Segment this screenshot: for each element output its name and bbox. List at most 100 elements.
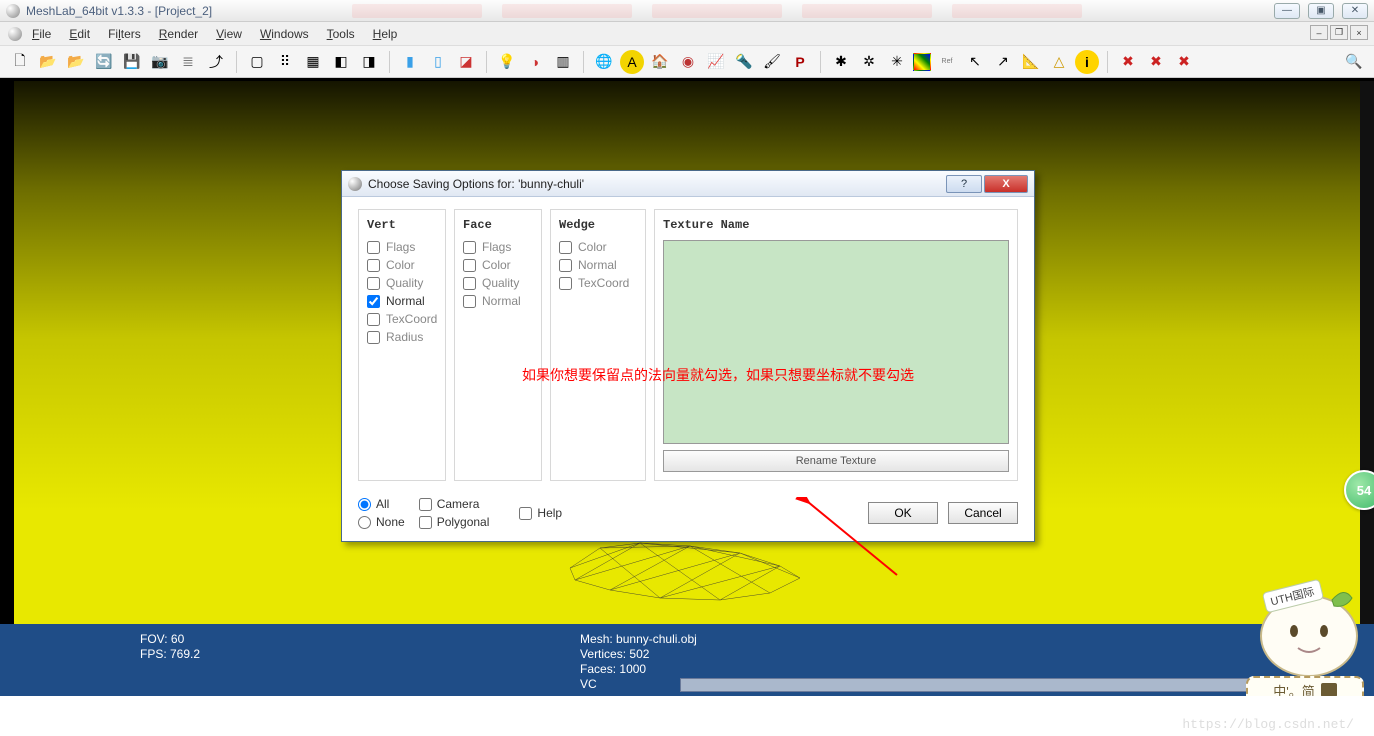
graph-icon[interactable]: 📈: [704, 50, 728, 74]
group-wedge: Wedge Color Normal TexCoord: [550, 209, 646, 481]
all-radio[interactable]: [358, 498, 371, 511]
globe-icon[interactable]: 🌐: [592, 50, 616, 74]
group-vert-label: Vert: [367, 218, 437, 232]
toolbar: 🗋 📂 📂 🔄 💾 📷 ≣ ⤴ ▢ ⠿ ▦ ◧ ◨ ▮ ▯ ◪ 💡 ◑ ▥ 🌐 …: [0, 46, 1374, 78]
menu-tools[interactable]: Tools: [327, 27, 355, 41]
doc-icon: [8, 27, 22, 41]
mdi-minimize[interactable]: –: [1310, 25, 1328, 40]
browser-tabs-stub: [352, 4, 1082, 18]
open2-icon[interactable]: 📂: [64, 50, 88, 74]
vertices-text: Vertices: 502: [580, 647, 697, 662]
ref-icon[interactable]: Ref: [935, 50, 959, 74]
meas-icon[interactable]: 📐: [1019, 50, 1043, 74]
del2-icon[interactable]: ✖: [1144, 50, 1168, 74]
info-icon[interactable]: i: [1075, 50, 1099, 74]
wedge-texcoord-checkbox[interactable]: [559, 277, 572, 290]
texture-list[interactable]: [663, 240, 1009, 444]
new-icon[interactable]: 🗋: [8, 50, 32, 74]
faces-text: Faces: 1000: [580, 662, 697, 677]
cursor-icon[interactable]: ↖: [963, 50, 987, 74]
none-radio[interactable]: [358, 516, 371, 529]
cancel-button[interactable]: Cancel: [948, 502, 1018, 524]
layers-icon[interactable]: ≣: [176, 50, 200, 74]
wedge-normal-checkbox[interactable]: [559, 259, 572, 272]
group-texture-label: Texture Name: [663, 218, 1009, 232]
menu-help[interactable]: Help: [373, 27, 398, 41]
light2-icon[interactable]: ◑: [523, 50, 547, 74]
vert-normal-checkbox[interactable]: [367, 295, 380, 308]
vert-flags-checkbox[interactable]: [367, 241, 380, 254]
menu-edit[interactable]: Edit: [69, 27, 90, 41]
house-icon[interactable]: 🏠: [648, 50, 672, 74]
sel-icon[interactable]: ◪: [454, 50, 478, 74]
smooth-icon[interactable]: ◨: [357, 50, 381, 74]
menu-filters[interactable]: Filters: [108, 27, 141, 41]
status-infobar: FOV: 60 FPS: 769.2 Mesh: bunny-chuli.obj…: [0, 624, 1374, 696]
ok-button[interactable]: OK: [868, 502, 938, 524]
wire-icon[interactable]: ▦: [301, 50, 325, 74]
group-texture: Texture Name Rename Texture: [654, 209, 1018, 481]
open-icon[interactable]: 📂: [36, 50, 60, 74]
brush-icon[interactable]: 🖌: [760, 50, 784, 74]
snapshot-icon[interactable]: 📷: [148, 50, 172, 74]
menu-file[interactable]: File: [32, 27, 51, 41]
tri-icon[interactable]: △: [1047, 50, 1071, 74]
watermark-text: https://blog.csdn.net/: [1182, 717, 1354, 732]
axes-icon[interactable]: A: [620, 50, 644, 74]
shirt-icon: [1321, 683, 1337, 697]
menu-view[interactable]: View: [216, 27, 242, 41]
face-quality-checkbox[interactable]: [463, 277, 476, 290]
rename-texture-button[interactable]: Rename Texture: [663, 450, 1009, 472]
save-icon[interactable]: 💾: [120, 50, 144, 74]
cursor2-icon[interactable]: ↗: [991, 50, 1015, 74]
close-button[interactable]: ✕: [1342, 3, 1368, 19]
polygonal-checkbox[interactable]: [419, 516, 432, 529]
points-icon[interactable]: ⠿: [273, 50, 297, 74]
group-face-label: Face: [463, 218, 533, 232]
menu-render[interactable]: Render: [159, 27, 198, 41]
mdi-close[interactable]: ×: [1350, 25, 1368, 40]
minimize-button[interactable]: —: [1274, 3, 1300, 19]
reload-icon[interactable]: 🔄: [92, 50, 116, 74]
app-icon: [6, 4, 20, 18]
vert-quality-checkbox[interactable]: [367, 277, 380, 290]
menu-windows[interactable]: Windows: [260, 27, 309, 41]
dialog-title: Choose Saving Options for: 'bunny-chuli': [368, 177, 584, 191]
help-checkbox[interactable]: [519, 507, 532, 520]
edge-icon[interactable]: ▥: [551, 50, 575, 74]
bulb-icon[interactable]: 🔦: [732, 50, 756, 74]
del1-icon[interactable]: ✖: [1116, 50, 1140, 74]
mdi-restore[interactable]: ❐: [1330, 25, 1348, 40]
flat-icon[interactable]: ◧: [329, 50, 353, 74]
export-icon[interactable]: ⤴: [204, 50, 228, 74]
dialog-titlebar[interactable]: Choose Saving Options for: 'bunny-chuli'…: [342, 171, 1034, 197]
flag-icon[interactable]: P: [788, 50, 812, 74]
shader-icon[interactable]: ◉: [676, 50, 700, 74]
vert-color-checkbox[interactable]: [367, 259, 380, 272]
sel-conn-icon[interactable]: ✳: [885, 50, 909, 74]
cull2-icon[interactable]: ▯: [426, 50, 450, 74]
dialog-help-button[interactable]: ?: [946, 175, 982, 193]
mesh-text: Mesh: bunny-chuli.obj: [580, 632, 697, 647]
fov-text: FOV: 60: [140, 632, 200, 647]
face-flags-checkbox[interactable]: [463, 241, 476, 254]
face-normal-checkbox[interactable]: [463, 295, 476, 308]
camera-checkbox[interactable]: [419, 498, 432, 511]
color-icon[interactable]: [913, 53, 931, 71]
sel-vert-icon[interactable]: ✱: [829, 50, 853, 74]
maximize-button[interactable]: ▣: [1308, 3, 1334, 19]
wedge-color-checkbox[interactable]: [559, 241, 572, 254]
light-icon[interactable]: 💡: [495, 50, 519, 74]
face-color-checkbox[interactable]: [463, 259, 476, 272]
sel-face-icon[interactable]: ✲: [857, 50, 881, 74]
dialog-close-button[interactable]: X: [984, 175, 1028, 193]
cull-icon[interactable]: ▮: [398, 50, 422, 74]
mascot-icon: UTH国际: [1234, 556, 1364, 676]
del3-icon[interactable]: ✖: [1172, 50, 1196, 74]
vert-radius-checkbox[interactable]: [367, 331, 380, 344]
vert-texcoord-checkbox[interactable]: [367, 313, 380, 326]
group-face: Face Flags Color Quality Normal: [454, 209, 542, 481]
search-icon[interactable]: 🔍: [1342, 50, 1366, 74]
bbox-icon[interactable]: ▢: [245, 50, 269, 74]
save-options-dialog: Choose Saving Options for: 'bunny-chuli'…: [341, 170, 1035, 542]
